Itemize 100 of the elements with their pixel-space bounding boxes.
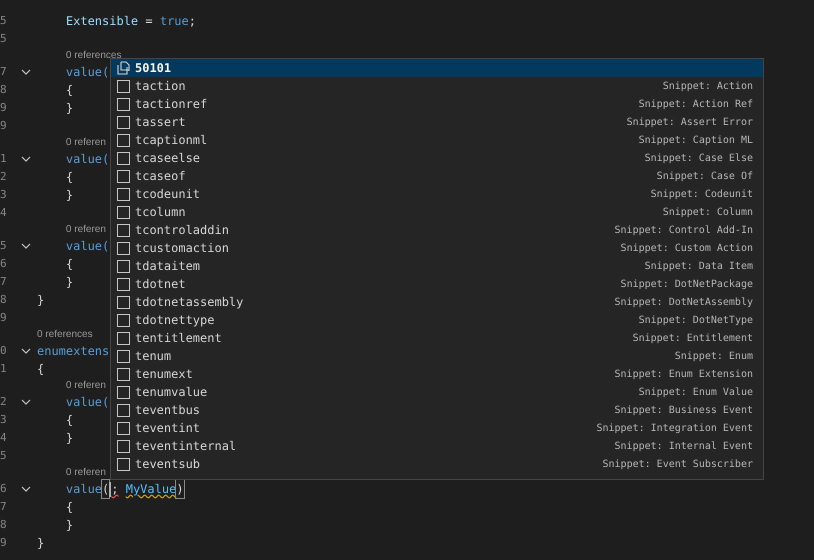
snippet-icon bbox=[116, 404, 130, 416]
codelens-text[interactable]: 0 referen bbox=[66, 378, 106, 393]
suggestion-item[interactable]: tcustomaction Snippet: Custom Action bbox=[111, 239, 763, 257]
suggestion-detail: Snippet: Case Of bbox=[656, 170, 754, 184]
snippet-icon bbox=[116, 458, 130, 470]
suggestion-item[interactable]: tdotnetassembly Snippet: DotNetAssembly bbox=[111, 293, 763, 311]
suggestion-label: tcaptionml bbox=[135, 132, 208, 149]
line-number: 5 bbox=[0, 238, 8, 254]
suggestion-detail: Snippet: Entitlement bbox=[632, 332, 754, 346]
snippet-icon bbox=[116, 152, 130, 164]
chevron-down-icon[interactable] bbox=[20, 486, 30, 492]
code-token: { bbox=[37, 361, 44, 378]
snippet-icon bbox=[116, 80, 130, 92]
code-token: ; bbox=[188, 13, 196, 30]
snippet-icon bbox=[116, 386, 130, 398]
code-token: value( bbox=[66, 394, 110, 411]
suggestion-label: tentitlement bbox=[135, 330, 222, 347]
suggestion-item[interactable]: tactionref Snippet: Action Ref bbox=[111, 95, 763, 113]
snippet-icon bbox=[116, 422, 130, 434]
suggestion-label: teventsub bbox=[135, 456, 200, 473]
suggestion-item[interactable]: tdotnet Snippet: DotNetPackage bbox=[111, 275, 763, 293]
line-number: 2 bbox=[0, 168, 8, 185]
suggestion-item[interactable]: teventinternal Snippet: Internal Event bbox=[111, 437, 763, 455]
suggestion-label: tenumext bbox=[135, 366, 193, 383]
line-number: 9 bbox=[0, 534, 8, 551]
suggestion-label: tdotnetassembly bbox=[135, 294, 244, 311]
suggestion-label: 50101 bbox=[135, 60, 172, 77]
suggestion-item[interactable]: tcaseof Snippet: Case Of bbox=[111, 167, 763, 185]
code-token: } bbox=[37, 535, 44, 552]
code-token: { bbox=[66, 499, 74, 516]
line-number: 8 bbox=[0, 516, 8, 533]
suggestion-detail: Snippet: Control Add-In bbox=[614, 224, 754, 238]
suggestion-detail: Snippet: Data Item bbox=[644, 260, 754, 274]
codelens-text[interactable]: 0 references bbox=[37, 327, 93, 342]
suggestion-item[interactable]: 50101 bbox=[111, 59, 763, 77]
line-number: 7 bbox=[0, 64, 8, 80]
suggestion-item[interactable]: teventsub Snippet: Event Subscriber bbox=[111, 455, 763, 473]
suggestion-detail: Snippet: DotNetAssembly bbox=[614, 296, 754, 310]
suggestion-item[interactable]: teventbus Snippet: Business Event bbox=[111, 401, 763, 419]
suggestion-detail: Snippet: Column bbox=[662, 206, 754, 220]
suggestion-label: tcaseof bbox=[135, 168, 186, 185]
suggestion-label: tactionref bbox=[135, 96, 208, 113]
line-number: 9 bbox=[0, 310, 8, 326]
suggestion-item[interactable]: tassert Snippet: Assert Error bbox=[111, 113, 763, 131]
snippet-icon bbox=[116, 440, 130, 452]
suggestion-item[interactable]: tcodeunit Snippet: Codeunit bbox=[111, 185, 763, 203]
suggestion-item[interactable]: tcaptionml Snippet: Caption ML bbox=[111, 131, 763, 149]
snippet-icon bbox=[116, 278, 130, 290]
suggestion-item[interactable]: tcontroladdin Snippet: Control Add-In bbox=[111, 221, 763, 239]
suggestion-item[interactable]: tcaseelse Snippet: Case Else bbox=[111, 149, 763, 167]
code-token: true bbox=[160, 13, 189, 30]
snippet-icon bbox=[116, 224, 130, 236]
code-token: } bbox=[66, 100, 74, 117]
suggestion-detail: Snippet: Enum Value bbox=[638, 386, 754, 400]
chevron-down-icon[interactable] bbox=[20, 243, 30, 249]
line-number: 5 bbox=[0, 12, 8, 29]
suggestion-label: tdotnet bbox=[135, 276, 186, 293]
line-number: 1 bbox=[0, 150, 8, 167]
chevron-down-icon[interactable] bbox=[20, 399, 30, 405]
line-number: 3 bbox=[0, 412, 8, 428]
suggestion-item[interactable]: tentitlement Snippet: Entitlement bbox=[111, 329, 763, 347]
suggestion-item[interactable]: tenum Snippet: Enum bbox=[111, 347, 763, 365]
suggestion-detail: Snippet: Business Event bbox=[614, 404, 754, 418]
code-token: } bbox=[66, 430, 74, 447]
suggestion-label: teventint bbox=[135, 420, 200, 437]
chevron-down-icon[interactable] bbox=[20, 69, 30, 75]
code-token: { bbox=[66, 412, 74, 429]
snippet-icon bbox=[116, 368, 130, 380]
suggestion-item[interactable]: tdataitem Snippet: Data Item bbox=[111, 257, 763, 275]
chevron-down-icon[interactable] bbox=[20, 348, 30, 354]
snippet-icon bbox=[116, 170, 130, 182]
suggestion-item[interactable]: tenumext Snippet: Enum Extension bbox=[111, 365, 763, 383]
line-number: 7 bbox=[0, 274, 8, 290]
code-token: } bbox=[37, 292, 44, 309]
line-number: 9 bbox=[0, 118, 8, 134]
suggestion-item[interactable]: taction Snippet: Action bbox=[111, 77, 763, 95]
suggestion-item[interactable]: tenumvalue Snippet: Enum Value bbox=[111, 383, 763, 401]
code-token: value( bbox=[66, 238, 110, 255]
code-token: value( bbox=[66, 64, 110, 81]
suggestion-detail: Snippet: Action Ref bbox=[638, 98, 754, 112]
chevron-down-icon[interactable] bbox=[20, 156, 30, 162]
suggestion-item[interactable]: teventint Snippet: Integration Event bbox=[111, 419, 763, 437]
suggestion-detail: Snippet: Enum Extension bbox=[614, 368, 754, 382]
codelens-text[interactable]: 0 referen bbox=[66, 465, 106, 480]
line-number: 9 bbox=[0, 100, 8, 116]
codelens-text[interactable]: 0 referen bbox=[66, 222, 106, 237]
suggestion-detail: Snippet: DotNetPackage bbox=[620, 278, 754, 292]
codelens-text[interactable]: 0 referen bbox=[66, 135, 106, 150]
code-token: ; bbox=[111, 481, 118, 498]
snippet-icon bbox=[116, 314, 130, 326]
code-token: } bbox=[66, 517, 74, 534]
line-number: 6 bbox=[0, 256, 8, 272]
code-token: { bbox=[66, 256, 74, 273]
code-token: Extensible bbox=[66, 13, 138, 30]
line-number: 0 bbox=[0, 342, 8, 359]
suggestion-item[interactable]: tcolumn Snippet: Column bbox=[111, 203, 763, 221]
snippet-icon bbox=[116, 134, 130, 146]
suggestion-label: tcustomaction bbox=[135, 240, 229, 257]
suggestion-item[interactable]: tdotnettype Snippet: DotNetType bbox=[111, 311, 763, 329]
suggestion-detail: Snippet: Enum bbox=[674, 350, 754, 364]
